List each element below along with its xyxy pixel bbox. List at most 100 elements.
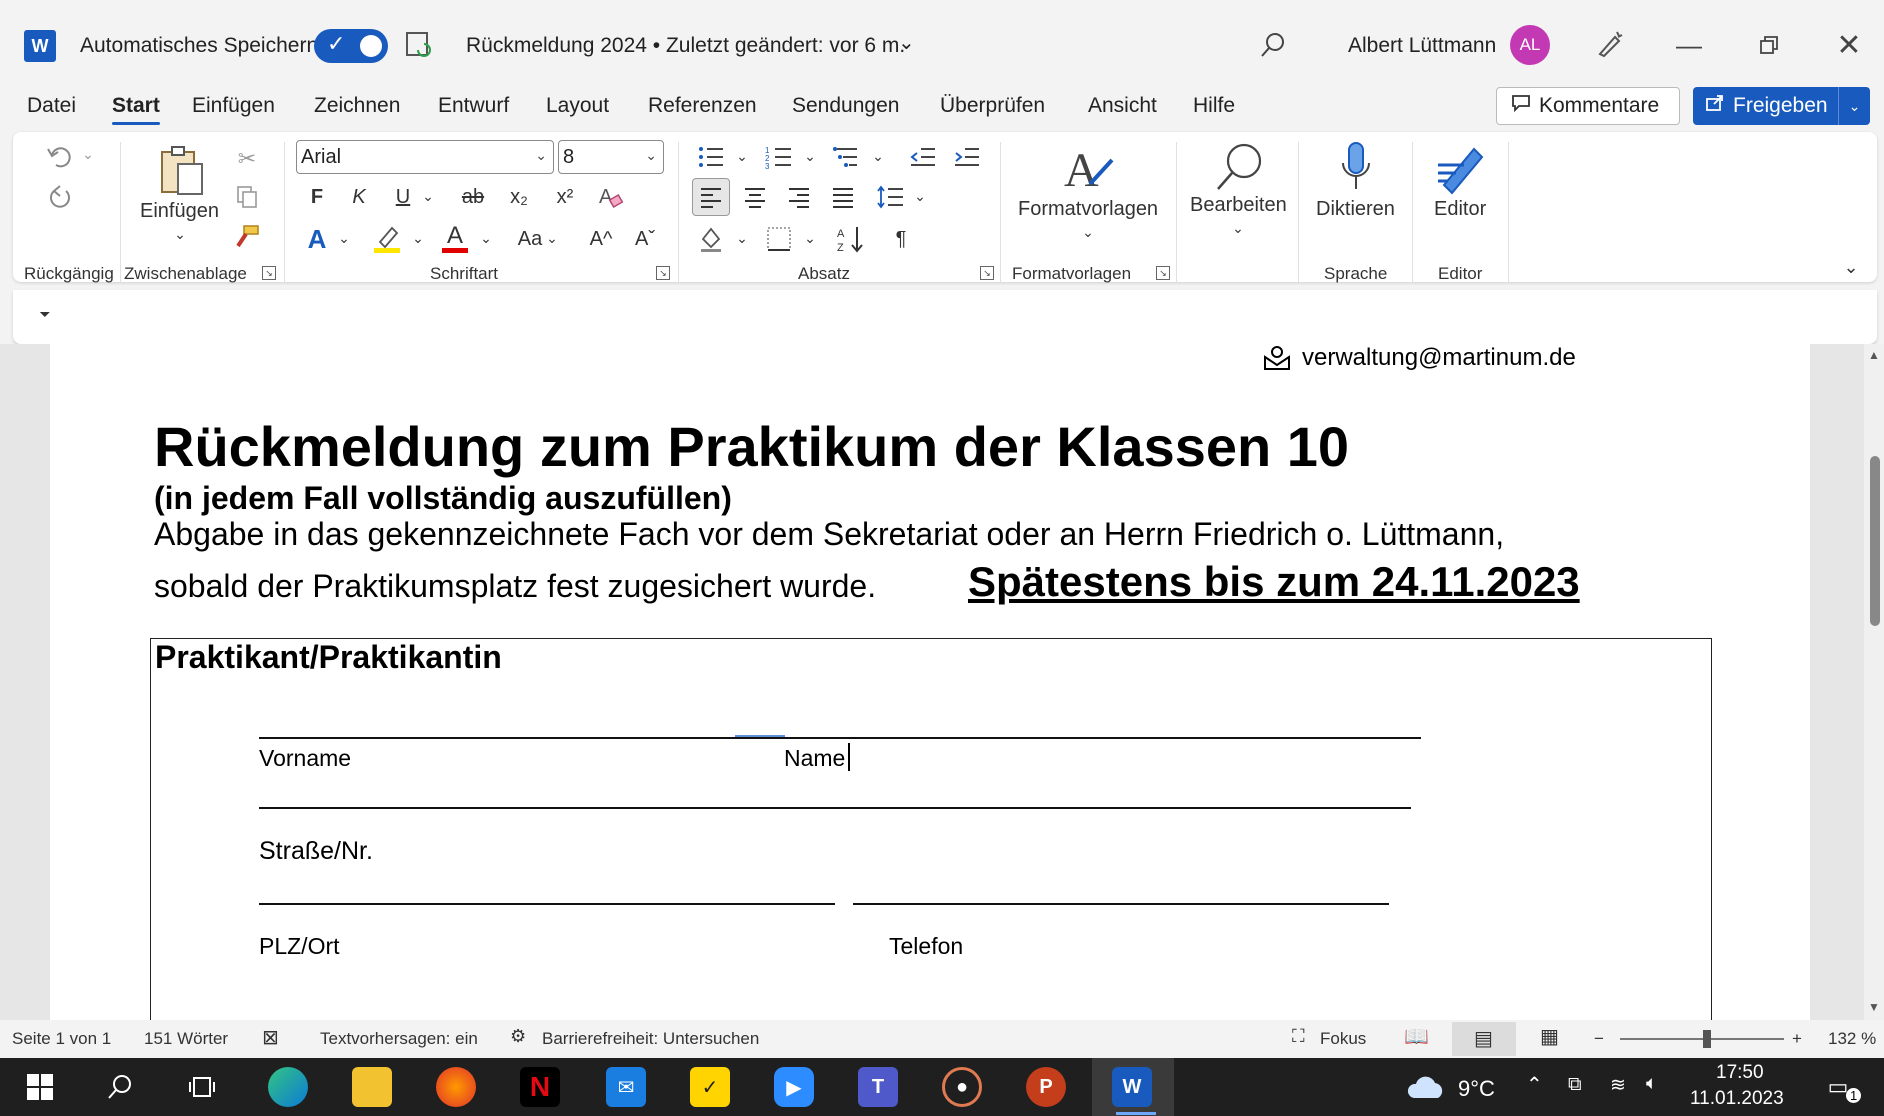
vertical-scrollbar[interactable]: ▲ ▼ <box>1864 344 1884 1020</box>
justify-icon[interactable] <box>826 180 860 214</box>
todo-icon[interactable]: ✓ <box>690 1067 730 1107</box>
line-spacing-icon[interactable] <box>874 180 908 214</box>
tab-ueberpruefen[interactable]: Überprüfen <box>940 94 1045 118</box>
powerpoint-icon[interactable]: P <box>1026 1067 1066 1107</box>
highlight-color-icon[interactable] <box>370 222 404 256</box>
word-count[interactable]: 151 Wörter <box>144 1029 228 1049</box>
proofing-icon[interactable]: ⊠ <box>262 1025 279 1050</box>
word-taskbar-icon[interactable]: W <box>1112 1067 1152 1107</box>
focus-mode[interactable]: Fokus <box>1320 1029 1366 1049</box>
scroll-up-icon[interactable]: ▲ <box>1868 348 1880 362</box>
chevron-down-icon[interactable]: ⌄ <box>544 228 560 248</box>
search-icon[interactable] <box>1256 28 1290 62</box>
wifi-icon[interactable]: ≋ <box>1610 1074 1626 1097</box>
chevron-down-icon[interactable]: ⌄ <box>1078 222 1098 242</box>
dictate-label[interactable]: Diktieren <box>1316 198 1395 221</box>
document-title[interactable]: Rückmeldung 2024 • Zuletzt geändert: vor… <box>466 34 905 58</box>
zoom-in-button[interactable]: + <box>1792 1029 1802 1049</box>
tab-einfuegen[interactable]: Einfügen <box>192 94 275 118</box>
show-formatting-button[interactable]: ¶ <box>884 222 918 256</box>
share-button[interactable]: Freigeben ⌄ <box>1693 87 1870 125</box>
grow-font-button[interactable]: A^ <box>584 222 618 256</box>
task-view-icon[interactable] <box>182 1067 222 1107</box>
zoom-out-button[interactable]: − <box>1594 1029 1604 1049</box>
italic-button[interactable]: K <box>344 182 374 212</box>
zoom-slider[interactable] <box>1620 1038 1784 1040</box>
designer-pen-icon[interactable] <box>1592 26 1628 62</box>
document-page[interactable]: verwaltung@martinum.de Rückmeldung zum P… <box>50 344 1810 1020</box>
sync-save-icon[interactable] <box>402 28 436 62</box>
chevron-down-icon[interactable]: ⌄ <box>898 30 915 55</box>
chevron-down-icon[interactable]: ⌄ <box>802 228 818 248</box>
dialog-launcher-icon[interactable]: ↘ <box>262 266 276 280</box>
chevron-down-icon[interactable]: ⌄ <box>1838 87 1870 125</box>
tab-zeichnen[interactable]: Zeichnen <box>314 94 400 118</box>
windows-start-icon[interactable] <box>20 1067 60 1107</box>
clock-time[interactable]: 17:50 <box>1716 1062 1764 1084</box>
format-painter-icon[interactable] <box>232 222 262 252</box>
autosave-toggle[interactable]: ✓ <box>314 29 388 63</box>
text-effects-icon[interactable]: A <box>300 222 334 256</box>
dialog-launcher-icon[interactable]: ↘ <box>656 266 670 280</box>
tab-hilfe[interactable]: Hilfe <box>1193 94 1235 118</box>
accessibility-status[interactable]: Barrierefreiheit: Untersuchen <box>542 1029 759 1049</box>
firefox-icon[interactable] <box>436 1067 476 1107</box>
web-layout-icon[interactable]: ▦ <box>1540 1024 1559 1049</box>
chevron-down-icon[interactable]: ⌄ <box>478 228 494 248</box>
underline-button[interactable]: U <box>388 182 418 212</box>
zoom-level[interactable]: 132 % <box>1828 1029 1876 1049</box>
page-count[interactable]: Seite 1 von 1 <box>12 1029 111 1049</box>
weather-cloud-icon[interactable] <box>1404 1067 1448 1107</box>
numbering-icon[interactable]: 123 <box>762 140 796 174</box>
clock-date[interactable]: 11.01.2023 <box>1690 1088 1784 1110</box>
styles-label[interactable]: Formatvorlagen <box>1018 198 1158 221</box>
dialog-launcher-icon[interactable]: ↘ <box>1156 266 1170 280</box>
scroll-thumb[interactable] <box>1870 456 1880 626</box>
sort-icon[interactable]: AZ <box>834 222 870 256</box>
shrink-font-button[interactable]: Aˇ <box>628 222 662 256</box>
decrease-indent-icon[interactable] <box>906 140 940 174</box>
input-line-name[interactable] <box>259 737 1421 739</box>
user-name[interactable]: Albert Lüttmann <box>1348 34 1496 58</box>
tab-entwurf[interactable]: Entwurf <box>438 94 509 118</box>
paste-icon[interactable] <box>154 142 210 198</box>
cut-icon[interactable]: ✂ <box>232 144 262 174</box>
volume-icon[interactable]: 🔈︎ <box>1646 1073 1657 1095</box>
paste-dropdown-icon[interactable]: ⌄ <box>170 224 190 244</box>
bullets-icon[interactable] <box>694 140 728 174</box>
chevron-up-icon[interactable]: ⌃ <box>1526 1072 1543 1097</box>
styles-icon[interactable]: A <box>1058 140 1118 200</box>
bold-button[interactable]: F <box>302 182 332 212</box>
chevron-down-icon[interactable]: ⌄ <box>802 146 818 166</box>
restore-icon[interactable] <box>1752 28 1786 62</box>
chevron-down-icon[interactable]: ⌄ <box>870 146 886 166</box>
subscript-button[interactable]: x₂ <box>502 182 536 212</box>
collapse-ribbon-icon[interactable]: ⌄ <box>1838 254 1864 280</box>
read-mode-icon[interactable]: 📖 <box>1404 1024 1429 1049</box>
tab-sendungen[interactable]: Sendungen <box>792 94 899 118</box>
undo-icon[interactable] <box>40 140 80 174</box>
temperature[interactable]: 9°C <box>1458 1076 1495 1102</box>
clear-formatting-icon[interactable]: A <box>594 180 628 214</box>
borders-icon[interactable] <box>762 222 796 256</box>
close-icon[interactable]: ✕ <box>1832 28 1866 62</box>
avatar[interactable]: AL <box>1510 25 1550 65</box>
chevron-down-icon[interactable]: ⌄ <box>734 146 750 166</box>
font-name-combo[interactable]: Arial ⌄ <box>296 140 554 174</box>
align-right-icon[interactable] <box>782 180 816 214</box>
tab-start[interactable]: Start <box>112 94 160 118</box>
tab-ansicht[interactable]: Ansicht <box>1088 94 1157 118</box>
chevron-down-icon[interactable]: ⌄ <box>420 186 436 206</box>
zoom-slider-thumb[interactable] <box>1703 1030 1711 1048</box>
undo-dropdown-icon[interactable]: ⌄ <box>80 144 96 164</box>
tab-layout[interactable]: Layout <box>546 94 609 118</box>
dialog-launcher-icon[interactable]: ↘ <box>980 266 994 280</box>
chevron-down-icon[interactable]: ⌄ <box>336 228 352 248</box>
text-predictions[interactable]: Textvorhersagen: ein <box>320 1029 478 1049</box>
font-color-icon[interactable]: A <box>438 220 472 256</box>
chevron-down-icon[interactable]: ⌄ <box>734 228 750 248</box>
align-center-icon[interactable] <box>738 180 772 214</box>
redo-icon[interactable] <box>40 180 80 214</box>
chevron-down-icon[interactable]: ⌄ <box>1228 218 1248 238</box>
paste-label[interactable]: Einfügen <box>140 200 219 223</box>
